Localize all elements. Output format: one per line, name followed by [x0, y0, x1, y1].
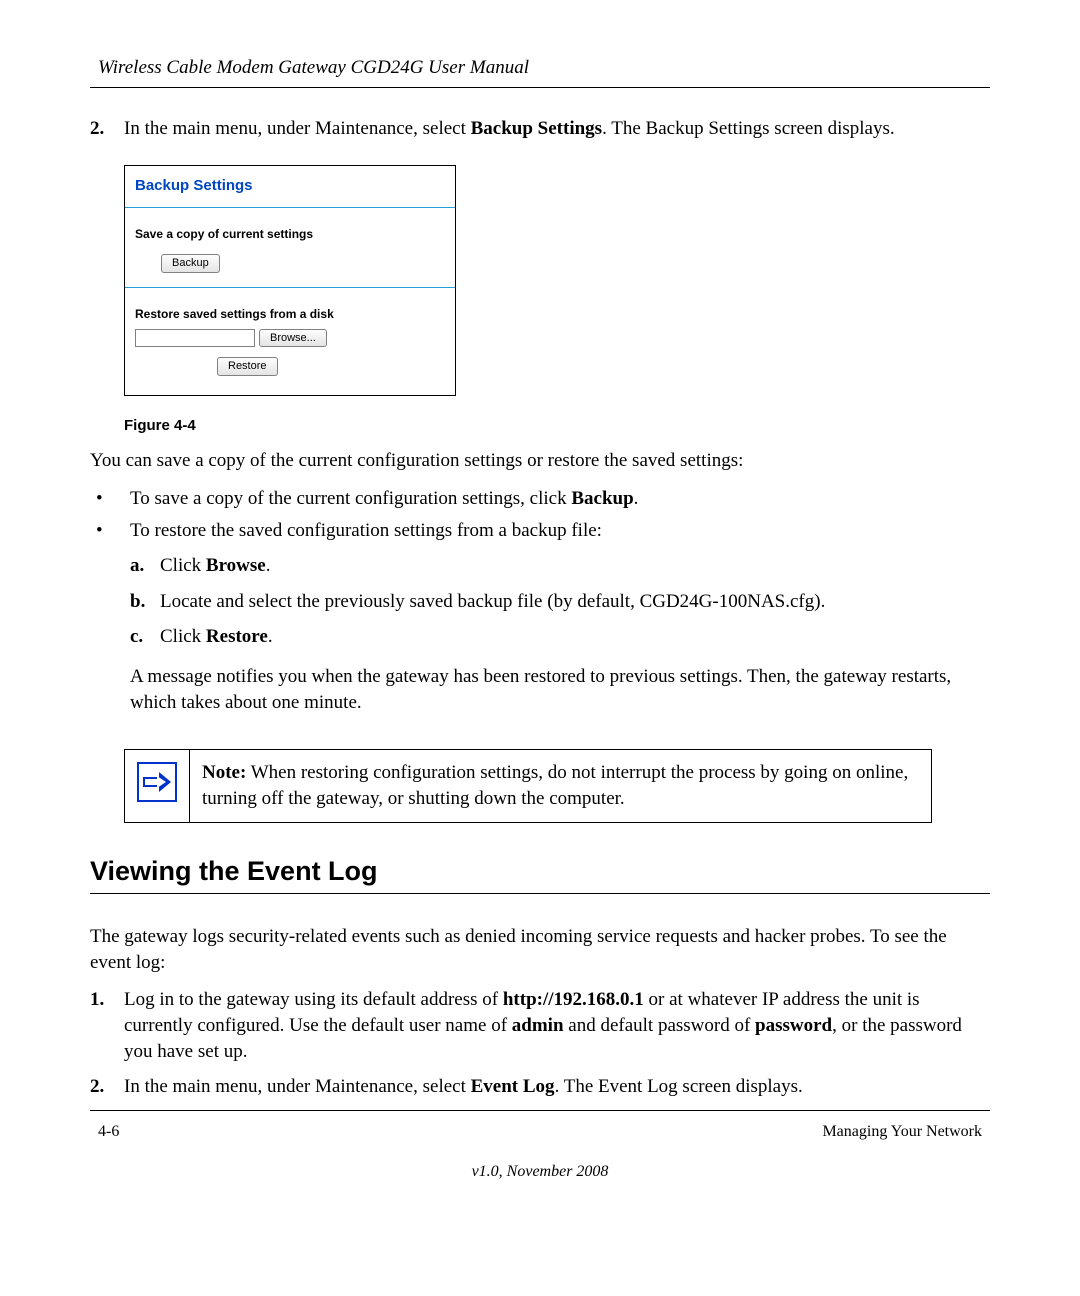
substep-a: a. Click Browse. — [130, 553, 990, 579]
note-box: Note: When restoring configuration setti… — [124, 749, 932, 822]
page-header: Wireless Cable Modem Gateway CGD24G User… — [90, 55, 990, 87]
file-path-input[interactable] — [135, 329, 255, 347]
note-label: Note: — [202, 762, 246, 783]
note-text: When restoring configuration settings, d… — [202, 762, 908, 809]
event-step-1: 1. Log in to the gateway using its defau… — [90, 987, 990, 1064]
panel-divider-2 — [125, 287, 455, 288]
page-footer: 4-6 Managing Your Network — [90, 1117, 990, 1143]
manual-title: Wireless Cable Modem Gateway CGD24G User… — [98, 57, 529, 78]
panel-title: Backup Settings — [125, 166, 455, 202]
step-2: 2. In the main menu, under Maintenance, … — [90, 116, 990, 142]
arrow-note-icon — [137, 762, 177, 802]
substep-b: b. Locate and select the previously save… — [130, 589, 990, 615]
figure-caption: Figure 4-4 — [124, 416, 990, 436]
backup-button[interactable]: Backup — [161, 254, 220, 273]
footer-rule — [90, 1110, 990, 1111]
section-heading-event-log: Viewing the Event Log — [90, 853, 990, 889]
bullet-dot: • — [90, 518, 130, 728]
chapter-name: Managing Your Network — [822, 1121, 982, 1143]
browse-button[interactable]: Browse... — [259, 329, 327, 348]
restore-from-disk-label: Restore saved settings from a disk — [125, 292, 455, 326]
figure-4-4-screenshot: Backup Settings Save a copy of current s… — [124, 165, 990, 396]
version-line: v1.0, November 2008 — [90, 1161, 990, 1183]
panel-divider — [125, 207, 455, 208]
restore-button[interactable]: Restore — [217, 357, 278, 376]
step-marker: 2. — [90, 116, 124, 142]
event-log-intro: The gateway logs security-related events… — [90, 924, 990, 975]
note-text-cell: Note: When restoring configuration setti… — [190, 750, 932, 822]
substep-c: c. Click Restore. — [130, 624, 990, 650]
bullet-dot: • — [90, 486, 130, 512]
page-number: 4-6 — [98, 1121, 119, 1143]
bullet-restore: • To restore the saved configuration set… — [90, 518, 990, 728]
restore-after-text: A message notifies you when the gateway … — [130, 664, 990, 715]
header-rule — [90, 87, 990, 88]
event-step-2: 2. In the main menu, under Maintenance, … — [90, 1074, 990, 1100]
backup-settings-panel: Backup Settings Save a copy of current s… — [124, 165, 456, 396]
bullet-save: • To save a copy of the current configur… — [90, 486, 990, 512]
intro-text: You can save a copy of the current confi… — [90, 448, 990, 474]
save-copy-label: Save a copy of current settings — [125, 212, 455, 246]
step-body: In the main menu, under Maintenance, sel… — [124, 116, 990, 142]
note-icon-cell — [125, 750, 190, 822]
section-rule — [90, 893, 990, 894]
